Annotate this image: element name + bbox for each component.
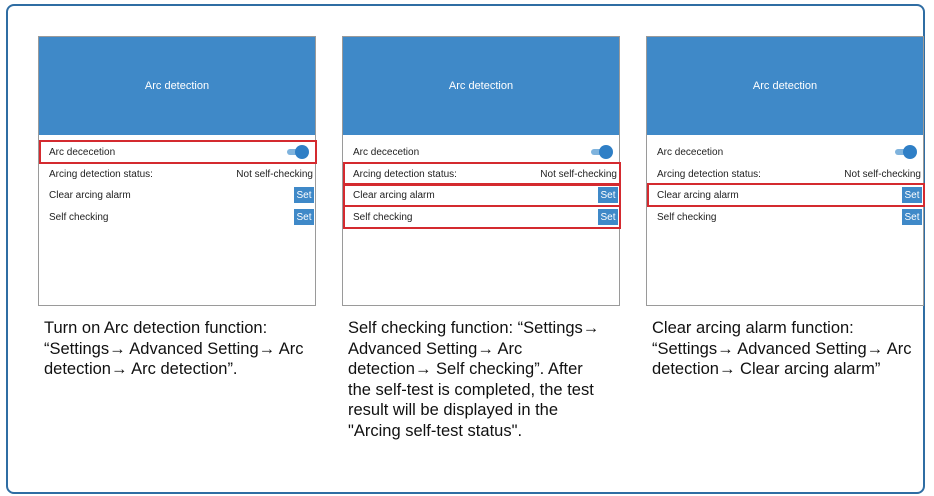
toggle-knob: [903, 145, 917, 159]
setting-label: Arc dececetion: [353, 146, 420, 158]
panel-self-checking: Arc detection Arc dececetion Arcing dete…: [342, 36, 621, 441]
screen-header: Arc detection: [647, 37, 923, 135]
setting-label: Arc dececetion: [657, 146, 724, 158]
screen-title: Arc detection: [144, 80, 210, 92]
setting-label: Arcing detection status:: [657, 168, 761, 180]
setting-label: Clear arcing alarm: [353, 189, 435, 201]
arcing-status-value: Not self-checking: [844, 168, 921, 180]
setting-row-arc-detection: Arc dececetion: [657, 143, 923, 161]
panel-caption: Turn on Arc detection function: “Setting…: [44, 319, 304, 378]
toggle-knob: [295, 145, 309, 159]
phone-screenshot: Arc detection Arc dececetion Arcing dete…: [38, 36, 317, 306]
arc-detection-toggle[interactable]: [895, 145, 917, 159]
setting-label: Clear arcing alarm: [657, 189, 739, 201]
setting-label: Arc dececetion: [49, 146, 116, 158]
setting-label: Clear arcing alarm: [49, 189, 131, 201]
arc-detection-toggle[interactable]: [591, 145, 613, 159]
clear-alarm-set-button[interactable]: Set: [598, 187, 618, 203]
clear-alarm-set-button[interactable]: Set: [902, 187, 922, 203]
self-checking-set-button[interactable]: Set: [598, 209, 618, 225]
setting-row-clear-alarm: Clear arcing alarm Set: [49, 186, 315, 204]
setting-label: Self checking: [49, 211, 109, 223]
panel-caption: Self checking function: “Settings→ Advan…: [348, 319, 600, 440]
phone-screenshot: Arc detection Arc dececetion Arcing dete…: [342, 36, 621, 306]
setting-row-arcing-status: Arcing detection status: Not self-checki…: [49, 165, 315, 183]
clear-alarm-set-button[interactable]: Set: [294, 187, 314, 203]
setting-row-self-checking: Self checking Set: [353, 208, 619, 226]
arcing-status-value: Not self-checking: [236, 168, 313, 180]
setting-row-arc-detection: Arc dececetion: [353, 143, 619, 161]
screen-header: Arc detection: [39, 37, 315, 135]
setting-row-self-checking: Self checking Set: [657, 208, 923, 226]
self-checking-set-button[interactable]: Set: [294, 209, 314, 225]
panel-caption: Clear arcing alarm function: “Settings→ …: [652, 319, 912, 378]
setting-row-arcing-status: Arcing detection status: Not self-checki…: [657, 165, 923, 183]
setting-row-clear-alarm: Clear arcing alarm Set: [657, 186, 923, 204]
setting-label: Self checking: [353, 211, 413, 223]
setting-label: Arcing detection status:: [353, 168, 457, 180]
setting-row-clear-alarm: Clear arcing alarm Set: [353, 186, 619, 204]
arcing-status-value: Not self-checking: [540, 168, 617, 180]
toggle-knob: [599, 145, 613, 159]
screen-header: Arc detection: [343, 37, 619, 135]
screen-title: Arc detection: [448, 80, 514, 92]
instruction-frame: Arc detection Arc dececetion Arcing dete…: [6, 4, 925, 494]
self-checking-set-button[interactable]: Set: [902, 209, 922, 225]
setting-label: Self checking: [657, 211, 717, 223]
setting-row-self-checking: Self checking Set: [49, 208, 315, 226]
setting-label: Arcing detection status:: [49, 168, 153, 180]
panel-clear-arcing-alarm: Arc detection Arc dececetion Arcing dete…: [646, 36, 925, 380]
panel-turn-on-arc-detection: Arc detection Arc dececetion Arcing dete…: [38, 36, 317, 380]
arc-detection-toggle[interactable]: [287, 145, 309, 159]
setting-row-arcing-status: Arcing detection status: Not self-checki…: [353, 165, 619, 183]
phone-screenshot: Arc detection Arc dececetion Arcing dete…: [646, 36, 925, 306]
setting-row-arc-detection: Arc dececetion: [49, 143, 315, 161]
screen-title: Arc detection: [752, 80, 818, 92]
